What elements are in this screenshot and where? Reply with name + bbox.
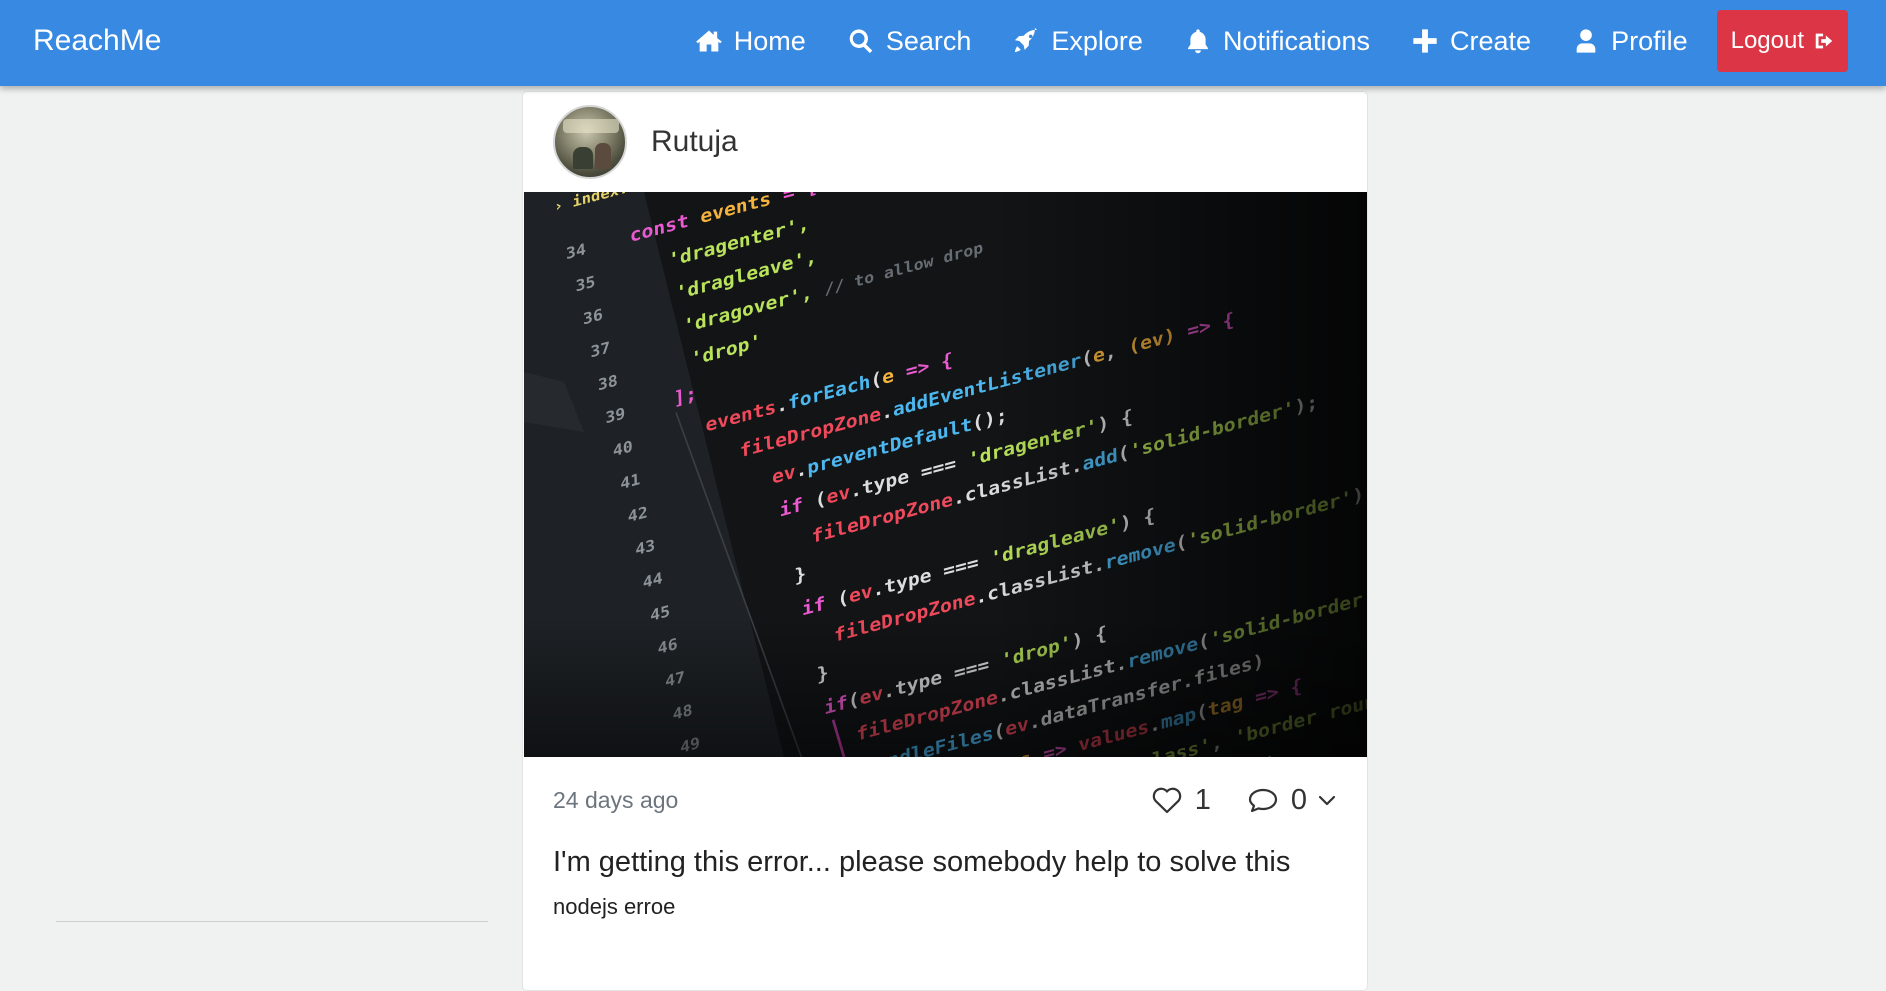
like-count: 1 [1194, 783, 1211, 816]
heart-icon [1152, 787, 1181, 814]
rocket-icon [1015, 27, 1038, 53]
search-icon [849, 29, 873, 54]
nav-notifications[interactable]: Notifications [1184, 26, 1370, 57]
post-image[interactable]: › index.html 343536 373839 404142 434445… [524, 192, 1367, 757]
chevron-down-icon[interactable] [1317, 790, 1337, 810]
comment-button[interactable]: 0 [1247, 784, 1307, 817]
nav-create-label: Create [1450, 25, 1532, 56]
post-author[interactable]: Rutuja [651, 92, 738, 192]
nav-home[interactable]: Home [695, 26, 806, 57]
home-icon [695, 30, 722, 52]
top-navbar: ReachMe Home Search Explore Notification… [0, 0, 1886, 86]
bell-icon [1188, 29, 1208, 54]
post-header: Rutuja [523, 92, 1367, 192]
post-card: Rutuja › index.html 343536 [522, 91, 1368, 991]
user-icon [1576, 29, 1596, 53]
brand-logo[interactable]: ReachMe [33, 0, 161, 82]
post-timestamp: 24 days ago [553, 787, 679, 813]
comment-icon [1248, 788, 1277, 813]
avatar[interactable] [553, 105, 627, 179]
nav-search[interactable]: Search [847, 25, 972, 57]
logout-label: Logout [1730, 27, 1804, 54]
nav-home-label: Home [733, 25, 806, 56]
logout-button[interactable]: Logout [1716, 10, 1848, 72]
nav-notifications-label: Notifications [1222, 25, 1371, 56]
comment-count: 0 [1290, 783, 1307, 816]
post-tags: nodejs erroe [553, 894, 676, 919]
post-actions: 1 0 [1151, 780, 1337, 820]
nav-explore[interactable]: Explore [1012, 26, 1143, 57]
like-button[interactable]: 1 [1151, 784, 1211, 817]
post-text: I'm getting this error... please somebod… [553, 846, 1291, 878]
nav-search-label: Search [885, 25, 972, 56]
code-screenshot-image: › index.html 343536 373839 404142 434445… [524, 192, 1367, 757]
nav-profile[interactable]: Profile [1572, 26, 1688, 57]
plus-icon [1413, 29, 1437, 53]
nav-menu: Home Search Explore Notifications Create… [695, 0, 1886, 82]
nav-explore-label: Explore [1051, 25, 1143, 56]
sign-out-icon [1815, 33, 1833, 49]
nav-create[interactable]: Create [1411, 26, 1531, 57]
nav-profile-label: Profile [1611, 25, 1688, 56]
post-meta: 24 days ago 1 0 [553, 780, 1337, 820]
